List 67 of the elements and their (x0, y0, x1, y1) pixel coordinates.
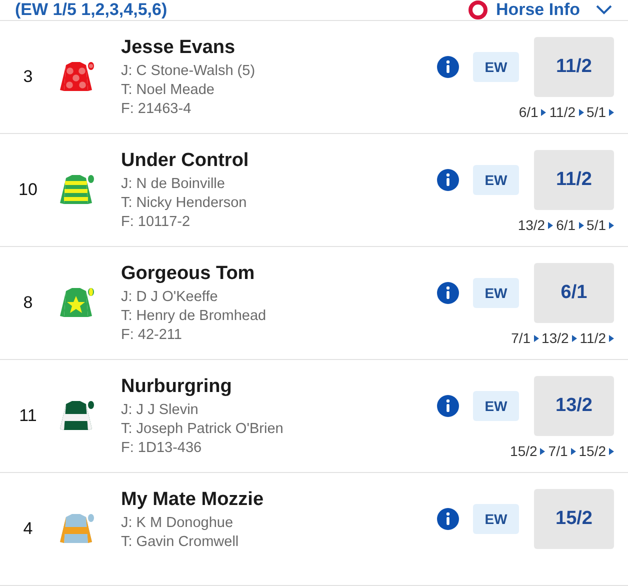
horse-name: Nurburgring (121, 376, 233, 398)
triangle-right-icon (540, 448, 546, 454)
triangle-right-icon (609, 448, 614, 454)
previous-odds: 5/1 (586, 104, 606, 120)
jockey-name: J: C Stone-Walsh (5) (121, 62, 256, 81)
each-way-button[interactable]: EW (473, 278, 519, 308)
trainer-name: T: Noel Meade (121, 81, 216, 100)
info-icon[interactable] (437, 282, 459, 304)
odds-button[interactable]: 11/2 (534, 150, 614, 210)
each-way-button[interactable]: EW (473, 391, 519, 421)
jockey-name: J: D J O'Keeffe (121, 288, 219, 307)
trainer-name: T: Joseph Patrick O'Brien (121, 420, 284, 439)
form-figures: F: 1D13-436 (121, 439, 203, 458)
previous-odds: 15/2 (510, 443, 538, 459)
trainer-name: T: Nicky Henderson (121, 194, 248, 213)
previous-odds: 6/1 (518, 104, 538, 120)
each-way-terms: (EW 1/5 1,2,3,4,5,6) (15, 0, 168, 20)
runner-number: 4 (22, 519, 34, 539)
triangle-right-icon (572, 334, 577, 342)
triangle-right-icon (570, 448, 576, 454)
info-icon[interactable] (437, 508, 459, 530)
odds-button[interactable]: 6/1 (534, 263, 614, 323)
triangle-right-icon (609, 108, 614, 116)
triangle-right-icon (609, 334, 614, 342)
runner-number: 11 (18, 406, 38, 426)
horse-info-toggle[interactable]: Horse Info (468, 0, 614, 20)
horse-name: My Mate Mozzie (121, 489, 265, 511)
previous-odds: 11/2 (549, 104, 576, 120)
triangle-right-icon (541, 108, 546, 116)
info-icon[interactable] (437, 395, 459, 417)
runner-number: 10 (18, 180, 38, 200)
info-icon[interactable] (437, 169, 459, 191)
triangle-right-icon (578, 222, 584, 228)
previous-odds: 13/2 (542, 330, 569, 346)
triangle-right-icon (578, 108, 584, 116)
previous-odds: 7/1 (511, 330, 531, 346)
runner-number: 8 (22, 293, 34, 313)
previous-odds: 6/1 (556, 217, 576, 233)
each-way-button[interactable]: EW (473, 504, 519, 534)
trainer-name: T: Gavin Cromwell (121, 533, 240, 552)
horse-name: Gorgeous Tom (121, 263, 256, 285)
each-way-button[interactable]: EW (473, 52, 519, 82)
previous-odds: 11/2 (580, 330, 606, 346)
previous-odds: 15/2 (578, 443, 606, 459)
triangle-right-icon (609, 222, 614, 228)
previous-odds: 7/1 (548, 443, 568, 459)
info-icon[interactable] (437, 56, 459, 78)
each-way-button[interactable]: EW (473, 165, 519, 195)
horse-name: Jesse Evans (121, 37, 236, 59)
jockey-name: J: J J Slevin (121, 401, 200, 420)
chevron-down-icon (594, 4, 614, 16)
previous-odds: 13/2 (518, 217, 546, 233)
form-figures: F: 10117-2 (121, 213, 192, 232)
form-figures: F: 21463-4 (121, 100, 192, 119)
triangle-right-icon (534, 334, 539, 342)
runner-number: 3 (22, 67, 34, 87)
ring-icon (468, 0, 488, 20)
previous-odds: 5/1 (586, 217, 606, 233)
triangle-right-icon (548, 222, 554, 228)
trainer-name: T: Henry de Bromhead (121, 307, 268, 326)
form-figures: F: 42-211 (121, 326, 183, 345)
jockey-name: J: N de Boinville (121, 175, 226, 194)
odds-button[interactable]: 15/2 (534, 489, 614, 549)
horse-name: Under Control (121, 150, 250, 172)
odds-button[interactable]: 11/2 (534, 37, 614, 97)
odds-button[interactable]: 13/2 (534, 376, 614, 436)
jockey-name: J: K M Donoghue (121, 514, 234, 533)
